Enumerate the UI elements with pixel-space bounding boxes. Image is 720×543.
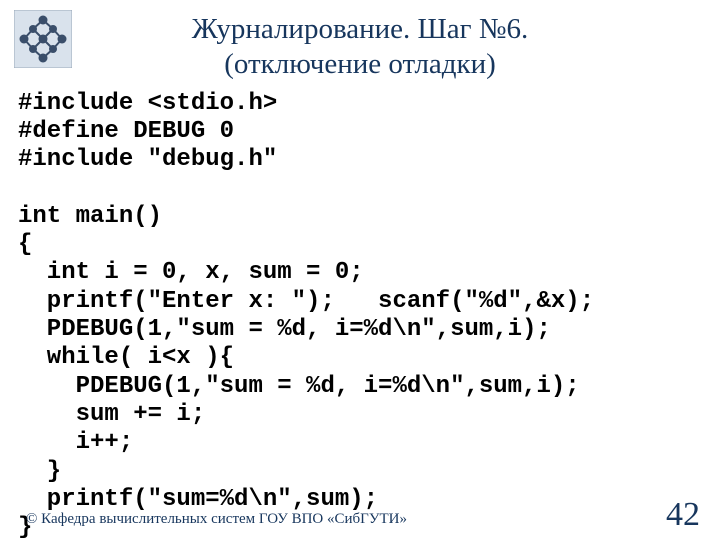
title-line-1: Журналирование. Шаг №6. xyxy=(192,13,529,45)
logo-icon xyxy=(14,10,72,68)
title-line-2: (отключение отладки) xyxy=(224,48,496,80)
page-number: 42 xyxy=(666,496,700,534)
footer-text: © Кафедра вычислительных систем ГОУ ВПО … xyxy=(26,511,407,528)
slide-title: Журналирование. Шаг №6. (отключение отла… xyxy=(0,0,720,82)
code-block: #include <stdio.h> #define DEBUG 0 #incl… xyxy=(0,82,720,543)
slide: Журналирование. Шаг №6. (отключение отла… xyxy=(0,0,720,540)
